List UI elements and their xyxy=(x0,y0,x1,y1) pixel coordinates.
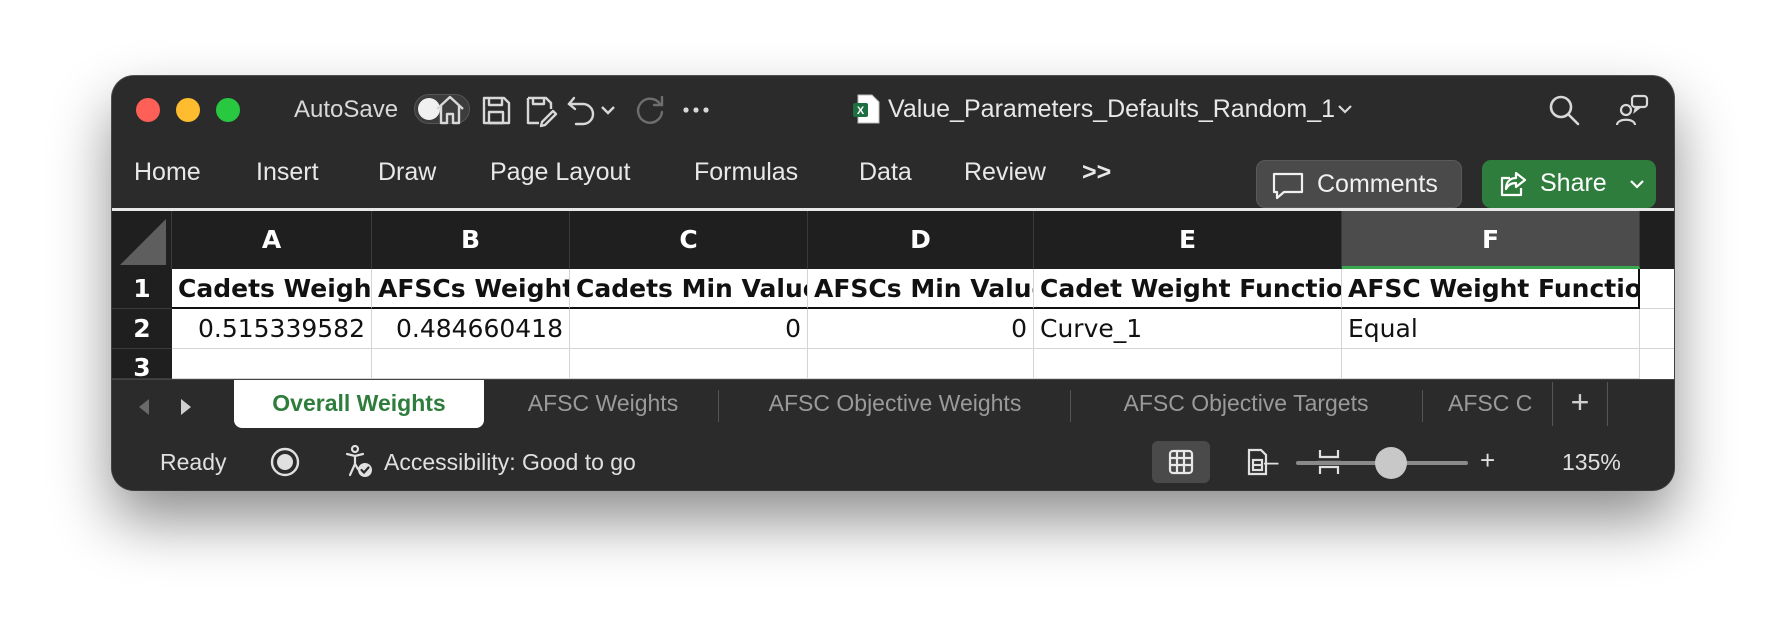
tab-review[interactable]: Review xyxy=(964,158,1046,187)
cell-b2[interactable]: 0.484660418 xyxy=(372,309,570,349)
autosave-label: AutoSave xyxy=(294,96,399,123)
tab-divider xyxy=(1070,390,1071,422)
cell-g1[interactable] xyxy=(1640,269,1674,309)
sheet-tab-overall-weights[interactable]: Overall Weights xyxy=(234,380,484,428)
spreadsheet-grid: A B C D E F 1 2 3 Cadets Weight AFSCs We… xyxy=(112,211,1674,379)
save-icon[interactable] xyxy=(478,92,514,128)
redo-icon[interactable] xyxy=(632,92,668,128)
more-icon[interactable] xyxy=(678,92,714,128)
minimize-window-button[interactable] xyxy=(176,98,200,122)
close-window-button[interactable] xyxy=(136,98,160,122)
share-label: Share xyxy=(1540,169,1607,197)
cell-b3[interactable] xyxy=(372,349,570,379)
cell-g2[interactable] xyxy=(1640,309,1674,349)
cell-a2[interactable]: 0.515339582 xyxy=(172,309,372,349)
chevron-down-icon[interactable] xyxy=(1628,176,1646,192)
select-all-corner[interactable] xyxy=(112,211,172,269)
comment-icon xyxy=(1272,172,1304,200)
tab-divider xyxy=(1422,390,1423,422)
sheet-tab-afsc-weights[interactable]: AFSC Weights xyxy=(492,380,714,428)
ribbon-overflow-button[interactable]: >> xyxy=(1082,158,1111,187)
zoom-slider-handle[interactable] xyxy=(1374,447,1407,479)
share-people-icon[interactable] xyxy=(1614,92,1650,128)
comments-label: Comments xyxy=(1317,170,1438,198)
document-name[interactable]: Value_Parameters_Defaults_Random_1 xyxy=(888,95,1335,124)
undo-dropdown-icon[interactable] xyxy=(598,100,618,120)
excel-file-icon: X xyxy=(852,94,880,124)
cell-a3[interactable] xyxy=(172,349,372,379)
column-header-c[interactable]: C xyxy=(570,211,808,269)
save-as-icon[interactable] xyxy=(522,92,558,128)
sheet-tab-bar: Overall Weights AFSC Weights AFSC Object… xyxy=(112,379,1674,434)
share-icon xyxy=(1500,171,1527,197)
tab-home[interactable]: Home xyxy=(134,158,201,187)
cell-e1[interactable]: Cadet Weight Function xyxy=(1034,269,1342,309)
share-button[interactable]: Share xyxy=(1482,160,1656,208)
row-header-3[interactable]: 3 xyxy=(112,349,172,379)
cell-d3[interactable] xyxy=(808,349,1034,379)
accessibility-status[interactable]: Accessibility: Good to go xyxy=(384,449,636,476)
search-icon[interactable] xyxy=(1546,92,1582,128)
excel-window: AutoSave X Value_Parameters_Defaults_Ran… xyxy=(112,76,1674,490)
row-header-1[interactable]: 1 xyxy=(112,269,172,309)
chevron-left-icon[interactable] xyxy=(134,396,156,418)
tab-data[interactable]: Data xyxy=(859,158,912,187)
status-ready: Ready xyxy=(160,449,227,475)
zoom-window-button[interactable] xyxy=(216,98,240,122)
zoom-out-button[interactable]: – xyxy=(1264,446,1278,477)
tab-formulas[interactable]: Formulas xyxy=(694,158,798,187)
home-icon[interactable] xyxy=(432,92,468,128)
tab-divider xyxy=(718,390,719,422)
add-sheet-button[interactable]: + xyxy=(1552,382,1608,426)
tab-draw[interactable]: Draw xyxy=(378,158,436,187)
cell-e2[interactable]: Curve_1 xyxy=(1034,309,1342,349)
chevron-right-icon[interactable] xyxy=(174,396,196,418)
column-header-a[interactable]: A xyxy=(172,211,372,269)
column-header-e[interactable]: E xyxy=(1034,211,1342,269)
record-macro-icon[interactable] xyxy=(270,447,300,477)
zoom-percentage[interactable]: 135% xyxy=(1562,449,1621,476)
grid-view-icon xyxy=(1168,449,1194,475)
column-header-f[interactable]: F xyxy=(1342,211,1640,269)
cell-d2[interactable]: 0 xyxy=(808,309,1034,349)
comments-button[interactable]: Comments xyxy=(1256,160,1462,208)
sheet-tab-afsc-objective-weights[interactable]: AFSC Objective Weights xyxy=(722,380,1068,428)
cell-c2[interactable]: 0 xyxy=(570,309,808,349)
cell-a1[interactable]: Cadets Weight xyxy=(172,269,372,309)
sheet-tab-afsc-objective-targets[interactable]: AFSC Objective Targets xyxy=(1074,380,1418,428)
cell-c1[interactable]: Cadets Min Value xyxy=(570,269,808,309)
column-header-b[interactable]: B xyxy=(372,211,570,269)
status-bar: Ready Accessibility: Good to go – + 135% xyxy=(112,433,1674,490)
cell-f1[interactable]: AFSC Weight Function xyxy=(1342,269,1640,309)
svg-text:X: X xyxy=(857,105,865,117)
column-header-filler xyxy=(1640,211,1674,269)
chevron-down-icon[interactable] xyxy=(1334,98,1356,120)
column-header-d[interactable]: D xyxy=(808,211,1034,269)
title-bar: AutoSave X Value_Parameters_Defaults_Ran… xyxy=(112,76,1674,140)
sheet-tab-afsc-truncated[interactable]: AFSC C xyxy=(1448,380,1550,428)
zoom-in-button[interactable]: + xyxy=(1480,445,1495,476)
cell-d1[interactable]: AFSCs Min Value xyxy=(808,269,1034,309)
undo-icon[interactable] xyxy=(564,92,600,128)
normal-view-button[interactable] xyxy=(1152,441,1210,483)
row-header-2[interactable]: 2 xyxy=(112,309,172,349)
cell-b1[interactable]: AFSCs Weight xyxy=(372,269,570,309)
cell-e3[interactable] xyxy=(1034,349,1342,379)
tab-insert[interactable]: Insert xyxy=(256,158,319,187)
accessibility-icon[interactable] xyxy=(344,444,374,479)
cell-c3[interactable] xyxy=(570,349,808,379)
cell-f3[interactable] xyxy=(1342,349,1640,379)
tab-page-layout[interactable]: Page Layout xyxy=(490,158,630,187)
cell-f2[interactable]: Equal xyxy=(1342,309,1640,349)
